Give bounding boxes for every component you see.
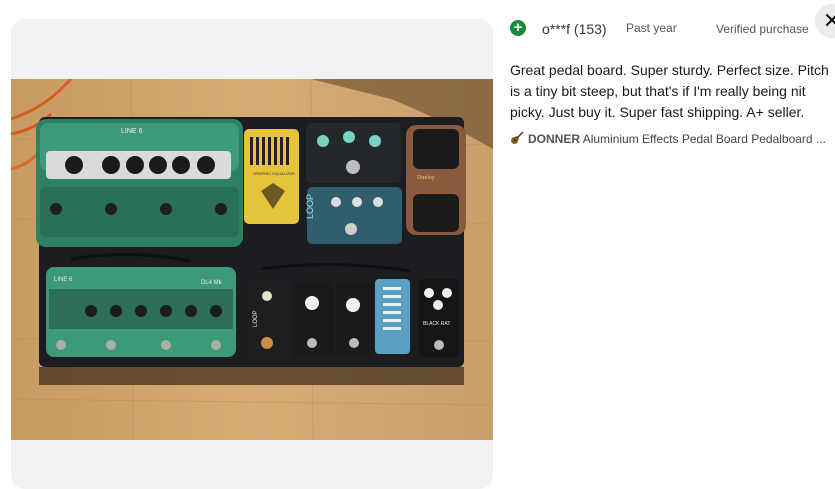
pedal-dark-top [306, 123, 401, 183]
pedal-loop-small: LOOP [248, 279, 283, 359]
review-photo-panel: LINE 6 GRAPHIC EQUALIZER LOOP Dunlop LIN… [11, 19, 493, 489]
product-brand: DONNER [528, 132, 581, 146]
reviewer-name[interactable]: o***f (153) [542, 21, 607, 37]
pedal-dark-1 [291, 282, 334, 357]
pedal-dark-2 [336, 282, 374, 357]
line6-bottom-logo: LINE 6 [54, 277, 73, 283]
line6-top-logo: LINE 6 [121, 128, 143, 135]
pedal-line6-top: LINE 6 [36, 119, 243, 247]
product-link[interactable]: DONNER Aluminium Effects Pedal Board Ped… [510, 131, 830, 147]
loop-blue-label: LOOP [305, 194, 315, 219]
guitar-icon [511, 131, 524, 144]
pedal-wah: Dunlop [406, 125, 466, 235]
positive-feedback-icon: + [510, 20, 526, 36]
loop-small-label: LOOP [253, 310, 259, 327]
review-header: + o***f (153) Past year Verified purchas… [510, 19, 810, 39]
pedal-eq: GRAPHIC EQUALIZER [244, 129, 299, 224]
verified-purchase-label: Verified purchase [716, 22, 809, 36]
review-time: Past year [626, 21, 677, 35]
review-photo[interactable]: LINE 6 GRAPHIC EQUALIZER LOOP Dunlop LIN… [11, 79, 493, 440]
pedal-teal-eq [375, 279, 410, 354]
close-button[interactable]: ✕ [815, 4, 835, 38]
review-text: Great pedal board. Super sturdy. Perfect… [510, 62, 829, 120]
pedal-black-rat: BLACK RAT [419, 279, 459, 357]
product-title: Aluminium Effects Pedal Board Pedalboard… [582, 132, 826, 146]
rat-label: BLACK RAT [423, 321, 450, 327]
eq-label: GRAPHIC EQUALIZER [253, 171, 295, 176]
dl4-label: DL4 Mk [201, 280, 223, 286]
pedal-loop-blue: LOOP [305, 187, 402, 244]
wah-label: Dunlop [417, 175, 435, 181]
pedal-line6-bottom: LINE 6 DL4 Mk [46, 267, 236, 357]
